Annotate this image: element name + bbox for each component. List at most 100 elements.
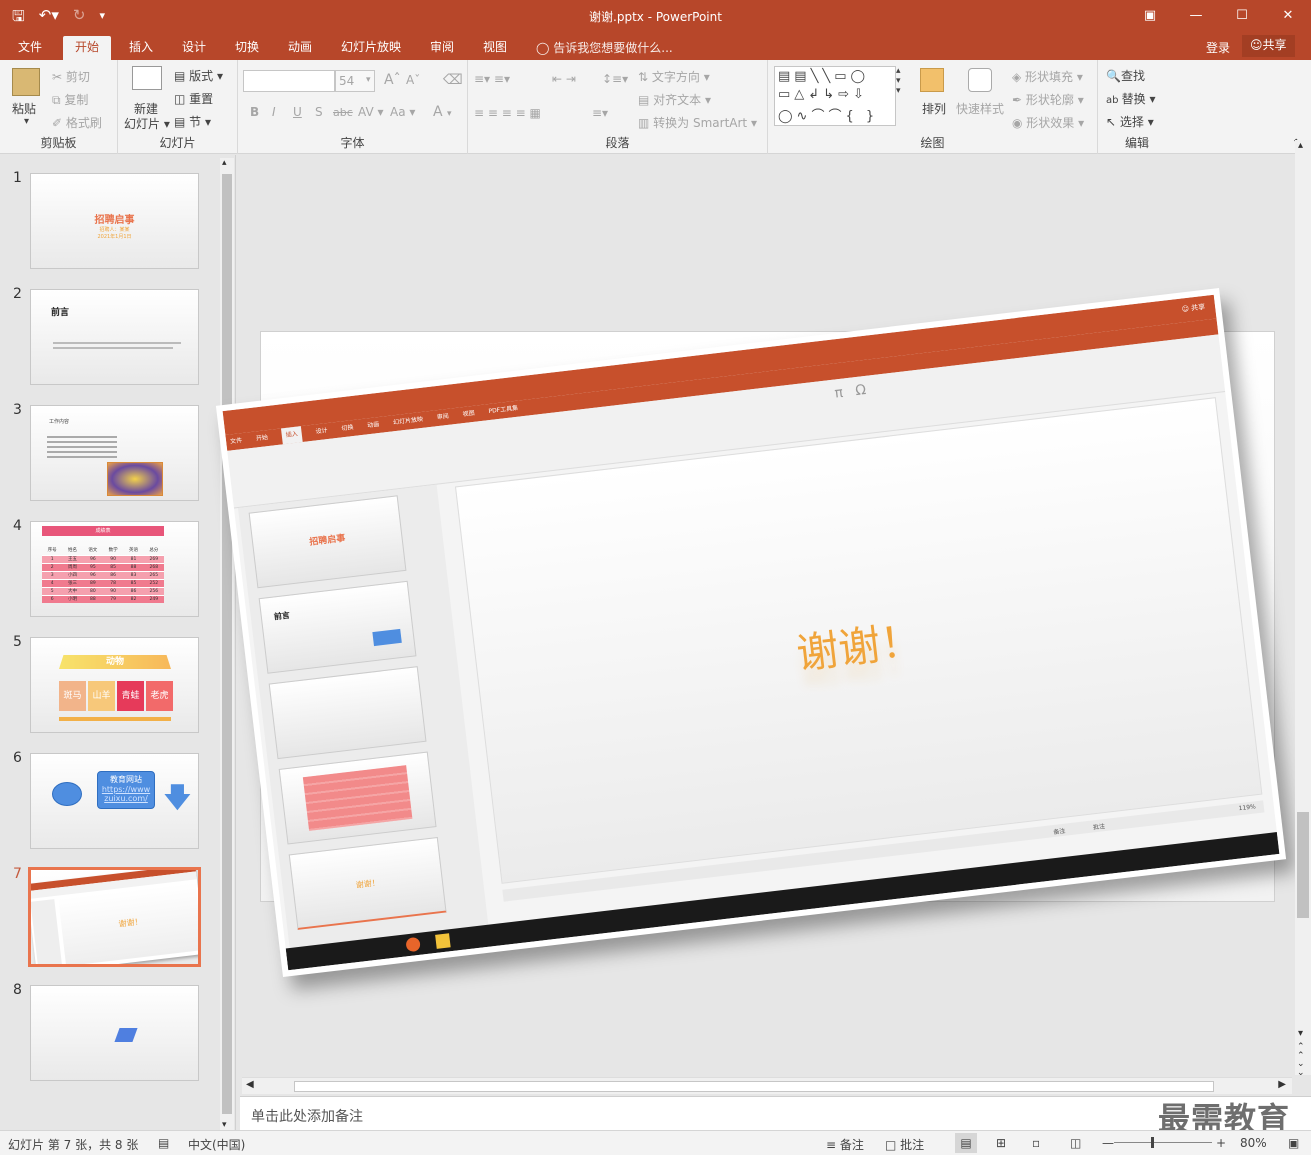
align-text-button[interactable]: ▤ 对齐文本 ▾ xyxy=(638,91,711,108)
tab-design[interactable]: 设计 xyxy=(170,36,218,60)
thumbnail-scrollbar[interactable]: ▴ ▾ xyxy=(220,158,234,1130)
quick-styles-button[interactable]: 快速样式 xyxy=(956,100,1004,117)
bold-button[interactable]: B xyxy=(250,105,259,119)
scroll-right-icon[interactable]: ▶ xyxy=(1278,1079,1286,1090)
layout-button[interactable]: ▤ 版式 ▾ xyxy=(174,67,223,84)
slide-thumbnail-5[interactable]: 动物 斑马 山羊 青蛙 老虎 xyxy=(30,637,199,733)
clear-format-icon[interactable]: ⌫ xyxy=(443,72,463,88)
slide-thumbnail-3[interactable]: 工作内容 xyxy=(30,405,199,501)
italic-button[interactable]: I xyxy=(272,105,276,119)
slide-thumbnail-1[interactable]: 招聘启事 招聘人：某某 2021年1月1日 xyxy=(30,173,199,269)
line-spacing-icon[interactable]: ↕≡▾ xyxy=(602,72,628,86)
char-spacing-button[interactable]: AV ▾ xyxy=(358,105,384,119)
scrollbar-thumb[interactable] xyxy=(222,174,232,1114)
zoom-out-icon[interactable]: — xyxy=(1102,1136,1114,1150)
scrollbar-thumb[interactable] xyxy=(1297,812,1309,918)
comments-toggle[interactable]: □ 批注 xyxy=(885,1136,924,1153)
login-link[interactable]: 登录 xyxy=(1206,39,1230,56)
zoom-level[interactable]: 80% xyxy=(1240,1136,1267,1150)
columns-icon[interactable]: ≡▾ xyxy=(592,106,608,120)
next-slide-icon[interactable]: ⌄ ⌄ xyxy=(1297,1060,1305,1078)
new-slide-label[interactable]: 幻灯片 ▾ xyxy=(124,115,170,132)
notes-toggle[interactable]: ≡ 备注 xyxy=(826,1136,864,1153)
tab-home[interactable]: 开始 xyxy=(63,36,112,60)
new-slide-icon[interactable] xyxy=(132,66,162,90)
tab-transitions[interactable]: 切换 xyxy=(223,36,271,60)
underline-button[interactable]: U xyxy=(293,105,302,119)
scroll-down-icon[interactable]: ▾ xyxy=(1298,1028,1303,1039)
tab-insert[interactable]: 插入 xyxy=(117,36,165,60)
horizontal-scrollbar[interactable]: ◀ ▶ xyxy=(242,1077,1292,1094)
slide-thumbnail-7[interactable]: 谢谢！ xyxy=(28,867,201,967)
zoom-slider-thumb[interactable] xyxy=(1151,1137,1154,1148)
minimize-icon[interactable]: — xyxy=(1173,0,1219,32)
tell-me-box[interactable]: ◯ 告诉我您想要做什么... xyxy=(536,39,673,56)
zoom-in-icon[interactable]: + xyxy=(1216,1136,1226,1150)
font-name-combo[interactable] xyxy=(243,70,335,92)
tab-review[interactable]: 审阅 xyxy=(418,36,466,60)
arrange-icon[interactable] xyxy=(920,68,944,92)
website-link: zuixu.com/ xyxy=(104,794,148,803)
align-icons[interactable]: ≡ ≡ ≡ ≡ ▦ xyxy=(474,106,541,120)
slide-sorter-icon[interactable]: ⊞ xyxy=(996,1136,1006,1150)
indent-icon[interactable]: ⇤ ⇥ xyxy=(552,72,576,86)
shape-fill-button[interactable]: ◈ 形状填充 ▾ xyxy=(1012,68,1083,85)
shapes-scroll-icon[interactable]: ▴ ▾ ▾ xyxy=(896,66,901,96)
change-case-button[interactable]: Aa ▾ xyxy=(390,105,415,119)
scroll-up-icon[interactable]: ▴ xyxy=(1298,140,1303,151)
section-button[interactable]: ▤ 节 ▾ xyxy=(174,113,211,130)
shadow-button[interactable]: S xyxy=(315,105,323,119)
shape-effects-button[interactable]: ◉ 形状效果 ▾ xyxy=(1012,114,1084,131)
strikethrough-button[interactable]: abc xyxy=(333,106,353,119)
notes-pane[interactable]: 单击此处添加备注 xyxy=(240,1096,1311,1130)
find-button[interactable]: 🔍查找 xyxy=(1106,67,1145,84)
replace-button[interactable]: ab 替换 ▾ xyxy=(1106,90,1156,107)
shape-outline-button[interactable]: ✒ 形状轮廓 ▾ xyxy=(1012,91,1084,108)
share-button[interactable]: ☺共享 xyxy=(1242,35,1295,57)
tab-file[interactable]: 文件 xyxy=(6,36,54,60)
shrink-font-button[interactable]: Aˇ xyxy=(406,73,420,87)
slide-thumbnail-8[interactable] xyxy=(30,985,199,1081)
font-color-button[interactable]: A ▾ xyxy=(433,104,452,120)
format-painter-button[interactable]: ✐ 格式刷 xyxy=(52,114,102,131)
scrollbar-thumb[interactable] xyxy=(294,1081,1214,1092)
ribbon-display-icon[interactable]: ▣ xyxy=(1127,0,1173,32)
spellcheck-icon[interactable]: ▤ xyxy=(158,1136,169,1150)
tab-view[interactable]: 视图 xyxy=(471,36,519,60)
slide-thumbnail-2[interactable]: 前言 xyxy=(30,289,199,385)
zoom-slider[interactable] xyxy=(1114,1142,1212,1143)
shapes-gallery[interactable]: ▤▤╲╲▭◯ ▭△↲↳⇨⇩ ◯∿⌒⌒{ } xyxy=(774,66,896,126)
embedded-tab: 审阅 xyxy=(436,412,450,422)
reset-button[interactable]: ◫ 重置 xyxy=(174,90,213,107)
maximize-icon[interactable]: ☐ xyxy=(1219,0,1265,32)
slide-thumbnail-4[interactable]: 成绩表 序号 姓名 语文 数学 英语 总分 1 王五 96 90 81 269 2 周周 95 85 88 268… xyxy=(30,521,199,617)
language-indicator[interactable]: 中文(中国) xyxy=(188,1136,245,1153)
smartart-button[interactable]: ▥ 转换为 SmartArt ▾ xyxy=(638,114,757,131)
grow-font-button[interactable]: Aˆ xyxy=(384,72,401,88)
arrange-button[interactable]: 排列 xyxy=(922,100,946,117)
slideshow-view-icon[interactable]: ◫ xyxy=(1070,1136,1081,1150)
scroll-down-icon[interactable]: ▾ xyxy=(222,1120,227,1130)
tab-slideshow[interactable]: 幻灯片放映 xyxy=(329,36,413,60)
paste-button[interactable]: 粘贴 xyxy=(12,100,36,117)
copy-button[interactable]: ⧉ 复制 xyxy=(52,91,88,108)
normal-view-icon[interactable]: ▤ xyxy=(955,1133,977,1153)
chevron-down-icon[interactable]: ▾ xyxy=(24,116,29,127)
screenshot-photo[interactable]: ☺ 共享 文件 开始 插入 设计 切换 动画 幻灯片放映 审阅 视图 PDF工具集 π Ω 招聘启… xyxy=(215,288,1287,977)
reading-view-icon[interactable]: ▫ xyxy=(1032,1136,1040,1150)
select-button[interactable]: ↖ 选择 ▾ xyxy=(1106,113,1154,130)
font-size-combo[interactable]: 54 ▾ xyxy=(335,70,375,92)
quick-styles-icon[interactable] xyxy=(968,68,992,92)
fit-slide-icon[interactable]: ▣ xyxy=(1288,1136,1299,1150)
paste-icon[interactable] xyxy=(12,68,40,96)
table-cell: 周周 xyxy=(62,562,83,571)
slide-thumbnail-6[interactable]: 教育网站 https://www zuixu.com/ 🡇 xyxy=(30,753,199,849)
bullets-icon[interactable]: ≡▾ ≡▾ xyxy=(474,72,510,86)
cut-button[interactable]: ✂ 剪切 xyxy=(52,68,90,85)
text-direction-button[interactable]: ⇅ 文字方向 ▾ xyxy=(638,68,710,85)
scroll-up-icon[interactable]: ▴ xyxy=(222,158,227,168)
slide-scrollbar[interactable]: ▴ ▾ ⌃ ⌃ ⌄ ⌄ xyxy=(1295,140,1311,1078)
tab-animations[interactable]: 动画 xyxy=(276,36,324,60)
scroll-left-icon[interactable]: ◀ xyxy=(246,1079,254,1090)
close-icon[interactable]: ✕ xyxy=(1265,0,1311,32)
